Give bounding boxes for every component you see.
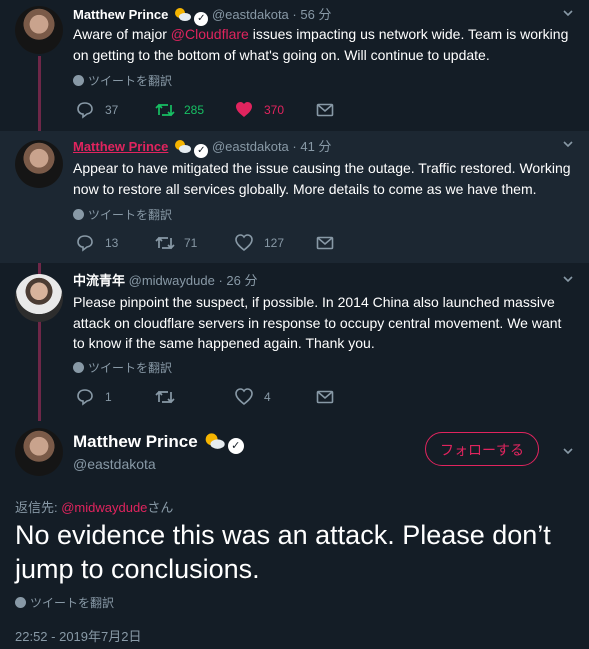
like-count: 127 [264,236,285,250]
envelope-icon [316,390,334,404]
translate-link[interactable]: ツイートを翻訳 [73,206,172,223]
tweet-header: Matthew Prince ✓ @eastdakota · 56 分 [73,6,331,26]
heart-icon [235,388,253,406]
tweet-2[interactable]: Matthew Prince ✓ @eastdakota · 41 分 Appea… [0,131,589,263]
sun-cloud-emoji-icon [172,6,192,22]
reply-mention-link[interactable]: @midwaydude [61,500,147,515]
author-name[interactable]: 中流青年 [73,273,125,288]
tweet-3[interactable]: 中流青年 @midwaydude · 26 分 Please pinpoint … [0,263,589,415]
author-handle[interactable]: @eastdakota [212,7,289,22]
tweet-header: Matthew Prince ✓ @eastdakota · 41 分 [73,138,331,158]
envelope-icon [316,103,334,117]
envelope-icon [316,236,334,250]
reply-icon [77,389,93,406]
translate-link[interactable]: ツイートを翻訳 [73,72,172,89]
author-handle[interactable]: @eastdakota [212,139,289,154]
reply-icon [77,102,93,119]
chevron-down-icon[interactable] [563,274,573,284]
tweet-1[interactable]: Matthew Prince ✓ @eastdakota · 56 分 Aware… [0,0,589,131]
verified-badge-icon: ✓ [194,144,209,158]
avatar[interactable] [15,6,63,54]
author-name[interactable]: Matthew Prince [73,139,168,154]
avatar[interactable] [15,140,63,188]
retweet-count: 71 [184,236,198,250]
main-author-name[interactable]: Matthew Prince ✓ [73,431,244,454]
globe-icon [15,597,26,608]
retweet-icon [155,390,175,404]
retweet-count: 285 [184,103,205,117]
heart-icon [236,102,252,117]
follow-button[interactable]: フォローする [425,432,539,466]
tweet-time[interactable]: · 26 分 [218,273,257,288]
author-name[interactable]: Matthew Prince [73,7,168,22]
main-author-handle[interactable]: @eastdakota [73,456,156,472]
tweet-text: Please pinpoint the suspect, if possible… [73,294,562,351]
like-count: 4 [264,390,271,404]
retweet-icon [155,103,175,117]
globe-icon [73,209,84,220]
author-handle[interactable]: @midwaydude [129,273,215,288]
avatar[interactable] [15,274,63,322]
reply-icon [77,235,93,252]
sun-cloud-emoji-icon [172,138,192,154]
translate-link[interactable]: ツイートを翻訳 [15,594,114,611]
reply-count: 1 [105,390,112,404]
sun-cloud-emoji-icon [202,431,226,450]
retweet-icon [155,236,175,250]
main-tweet-timestamp[interactable]: 22:52 - 2019年7月2日 [15,626,141,645]
mention-link[interactable]: @Cloudflare [171,26,249,42]
main-avatar[interactable] [15,428,63,476]
verified-badge-icon: ✓ [227,438,244,454]
chevron-down-icon[interactable] [563,139,573,149]
chevron-down-icon[interactable] [563,8,573,18]
chevron-down-icon[interactable] [563,446,573,456]
tweet-text: Aware of major @Cloudflare issues impact… [73,26,569,63]
tweet-time[interactable]: · 56 分 [292,7,331,22]
reply-to-line: 返信先: @midwaydudeさん [15,500,174,515]
main-tweet-text: No evidence this was an attack. Please d… [15,520,551,584]
like-count: 370 [264,103,285,117]
translate-link[interactable]: ツイートを翻訳 [73,359,172,376]
tweet-header: 中流青年 @midwaydude · 26 分 [73,272,257,290]
heart-icon [235,234,253,252]
reply-count: 37 [105,103,119,117]
tweet-time[interactable]: · 41 分 [292,139,331,154]
globe-icon [73,75,84,86]
tweet-text: Appear to have mitigated the issue causi… [73,160,571,197]
reply-count: 13 [105,236,119,250]
globe-icon [73,362,84,373]
